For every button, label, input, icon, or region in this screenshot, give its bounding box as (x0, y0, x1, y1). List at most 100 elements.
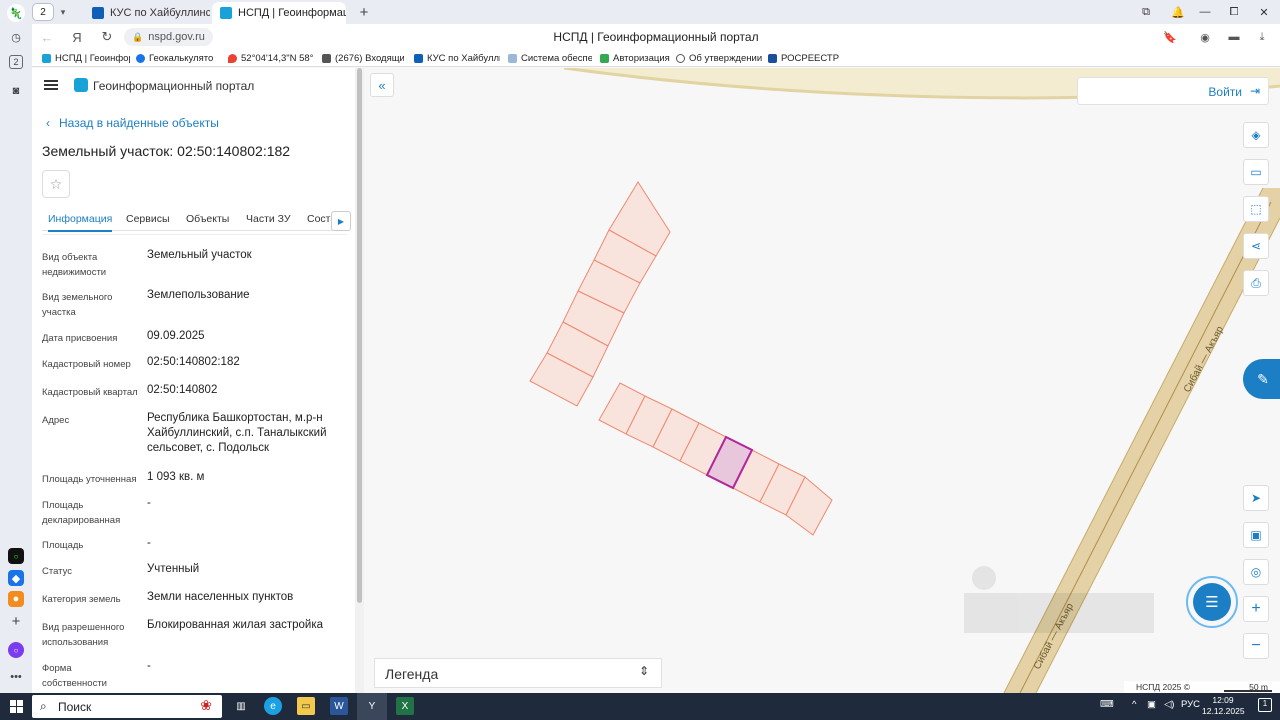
close-window-icon[interactable]: ✕ (1256, 4, 1272, 20)
bookmark-item[interactable]: НСПД | Геоинфор (42, 52, 130, 65)
network-icon[interactable]: ▣ (1147, 699, 1156, 710)
reload-icon[interactable]: ↻ (98, 28, 116, 46)
tab-label: КУС по Хайбуллинскому р (110, 7, 210, 19)
assistant-icon[interactable]: ○ (8, 642, 24, 658)
bookmark-item[interactable]: Авторизация (600, 52, 672, 65)
geolocation-icon[interactable]: ➤ (1243, 485, 1269, 511)
info-value: - (147, 497, 151, 509)
minimap-icon[interactable]: ▣ (1243, 522, 1269, 548)
bookmark-icon[interactable]: 🔖 (1162, 29, 1178, 45)
task-view-icon[interactable]: ▥ (232, 697, 250, 715)
volume-icon[interactable]: ◁) (1164, 699, 1174, 710)
document-icon (676, 54, 685, 63)
legend-dropdown[interactable]: Легенда ⇕ (374, 658, 662, 688)
word-icon[interactable]: W (330, 697, 348, 715)
collections-icon[interactable]: ⧉ (1138, 4, 1154, 20)
info-label: Дата присвоения (42, 333, 118, 344)
new-tab-icon[interactable]: + (354, 2, 374, 22)
screenshot-icon[interactable]: ◙ (7, 82, 25, 100)
excel-icon[interactable]: X (396, 697, 414, 715)
bookmark-item[interactable]: КУС по Хайбулли (414, 52, 500, 65)
zoom-out-button[interactable]: − (1243, 633, 1269, 659)
locate-point-icon[interactable]: ◎ (1243, 559, 1269, 585)
object-info-panel: Геоинформационный портал ‹ Назад в найден… (32, 68, 355, 693)
tab-count[interactable]: 2 (32, 3, 54, 21)
yandex-icon[interactable]: Я (68, 28, 86, 46)
bookmark-item[interactable]: Геокалькулято (136, 52, 220, 65)
tab-nspd[interactable]: НСПД | Геоинформаци ✕ (212, 2, 346, 24)
clock[interactable]: 12:09 12.12.2025 (1202, 695, 1245, 717)
chevron-down-icon[interactable]: ▾ (54, 3, 72, 21)
system-icon (508, 54, 517, 63)
bookmark-item[interactable]: 52°04'14,3"N 58°2 (228, 52, 314, 65)
tab-parts[interactable]: Части ЗУ (246, 213, 291, 225)
layers-icon[interactable]: ◈ (1243, 122, 1269, 148)
yandex-browser-icon[interactable]: Y (363, 697, 381, 715)
info-value: 02:50:140802:182 (147, 356, 240, 368)
app-icon-3[interactable]: ● (8, 591, 24, 607)
tab-bar: 2 ▾ КУС по Хайбуллинскому р НСПД | Геоин… (32, 0, 1280, 24)
nspd-icon (42, 54, 51, 63)
tabs-count-icon[interactable]: 2 (9, 55, 23, 69)
tab-services[interactable]: Сервисы (126, 213, 170, 225)
profile-icon[interactable]: ▬ (1226, 29, 1242, 45)
zoom-in-button[interactable]: + (1243, 596, 1269, 622)
ruler-icon[interactable]: ▭ (1243, 159, 1269, 185)
info-value: Учтенный (147, 563, 200, 575)
notification-center-icon[interactable]: 1 (1258, 698, 1272, 712)
tab-kus[interactable]: КУС по Хайбуллинскому р (84, 2, 210, 24)
browser-logo-icon[interactable]: 🦎 (7, 4, 25, 22)
restore-icon[interactable]: ⧠ (1226, 4, 1242, 20)
chat-button[interactable]: ☰ (1186, 576, 1238, 628)
mail-icon (322, 54, 331, 63)
extension-icon[interactable]: ◉ (1197, 29, 1213, 45)
map-view[interactable]: Сибай — Акъяр Сибай — Акъяр « Войти ⇥ ◈ … (364, 68, 1280, 693)
share-icon[interactable]: ⋖ (1243, 233, 1269, 259)
select-area-icon[interactable]: ⬚ (1243, 196, 1269, 222)
minimize-icon[interactable]: — (1197, 4, 1213, 20)
edge-icon[interactable]: e (264, 697, 282, 715)
notifications-icon[interactable]: 🔔 (1170, 4, 1186, 20)
map-canvas[interactable]: Сибай — Акъяр Сибай — Акъяр (364, 68, 1280, 693)
print-icon[interactable]: ⎙ (1243, 270, 1269, 296)
bookmark-item[interactable]: РОСРЕЕСТР (768, 52, 858, 65)
panel-scrollbar[interactable] (355, 68, 364, 693)
app-icon-2[interactable]: ◆ (8, 570, 24, 586)
back-icon[interactable]: ← (38, 28, 56, 46)
login-icon: ⇥ (1249, 84, 1260, 98)
language-indicator[interactable]: РУС (1181, 699, 1200, 710)
download-icon[interactable]: ⤓ (1254, 29, 1270, 45)
tray-chevron-icon[interactable]: ^ (1132, 699, 1136, 710)
menu-icon[interactable] (44, 80, 58, 90)
info-label: Вид объекта недвижимости (42, 252, 107, 278)
scrollbar-thumb[interactable] (357, 68, 362, 603)
feedback-icon[interactable]: ✎ (1243, 359, 1280, 399)
login-button[interactable]: Войти ⇥ (1077, 77, 1269, 105)
windows-start-icon[interactable] (10, 700, 23, 713)
info-value: 02:50:140802 (147, 384, 218, 396)
tab-information[interactable]: Информация (48, 213, 113, 232)
outlook-icon (414, 54, 423, 63)
info-label: Вид земельного участка (42, 292, 113, 318)
bookmark-item[interactable]: (2676) Входящие (322, 52, 404, 65)
info-label: Площадь уточненная (42, 474, 137, 485)
app-icon-1[interactable]: ○ (8, 548, 24, 564)
bookmark-item[interactable]: Об утверждении (676, 52, 762, 65)
tab-objects[interactable]: Объекты (186, 213, 229, 225)
bookmark-item[interactable]: Система обеспеч (508, 52, 592, 65)
info-label: Площадь (42, 540, 84, 551)
explorer-icon[interactable]: ▭ (297, 697, 315, 715)
parcel-group-north (529, 181, 671, 407)
taskbar-search[interactable]: ⌕ Поиск ❀ (32, 695, 222, 718)
tabs-next-button[interactable]: ▶ (331, 211, 351, 231)
add-app-icon[interactable]: + (7, 612, 25, 630)
keyboard-icon[interactable]: ⌨ (1100, 699, 1114, 710)
more-icon[interactable]: ••• (7, 668, 25, 686)
history-icon[interactable]: ◷ (7, 28, 25, 46)
collapse-panel-button[interactable]: « (370, 73, 394, 97)
favorite-star-icon[interactable]: ☆ (42, 170, 70, 198)
info-value: - (147, 660, 151, 672)
back-to-results-link[interactable]: ‹ Назад в найденные объекты (46, 116, 219, 130)
address-bar-row: ← Я ↻ 🔒 nspd.gov.ru НСПД | Геоинформацио… (32, 24, 1280, 50)
url-field[interactable]: 🔒 nspd.gov.ru (124, 28, 213, 46)
